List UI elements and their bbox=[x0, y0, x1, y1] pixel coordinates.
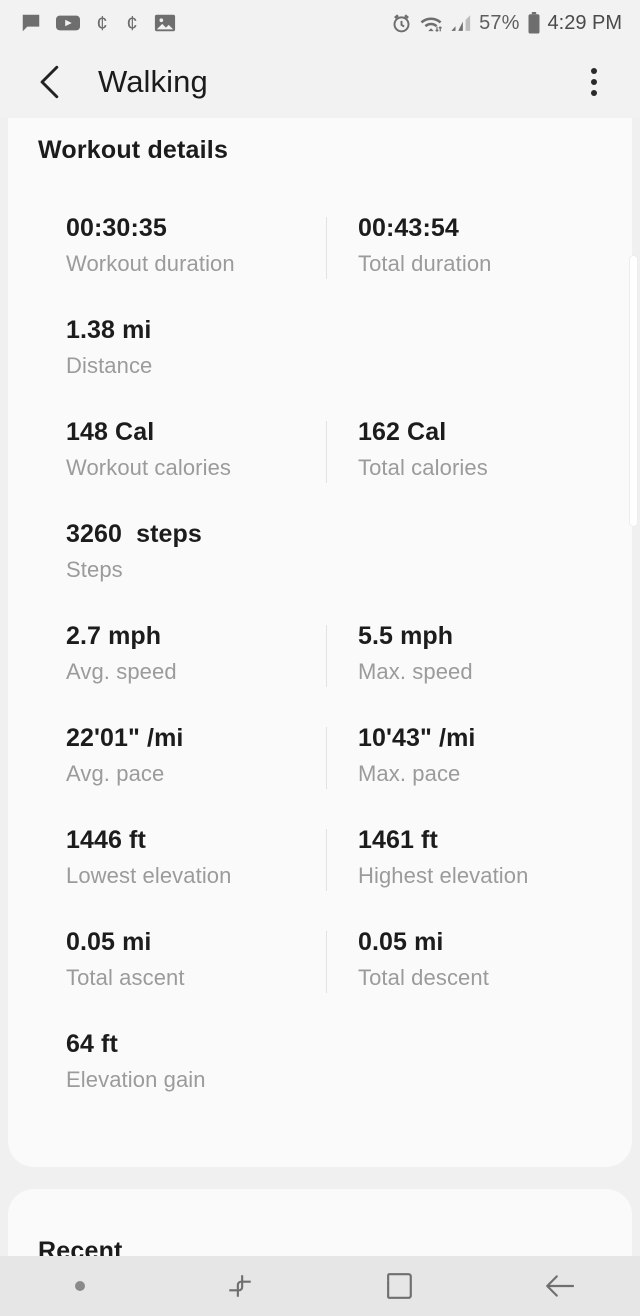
column-divider bbox=[326, 829, 327, 891]
stat-value: 0.05 mi bbox=[66, 928, 152, 956]
battery-icon bbox=[527, 12, 541, 34]
stat-cell: 10'43" /mi Max. pace bbox=[308, 724, 608, 786]
column-divider bbox=[326, 625, 327, 687]
stat-row: 1.38 mi Distance bbox=[8, 316, 632, 419]
stat-value: 148 Cal bbox=[66, 418, 155, 446]
page-title: Walking bbox=[98, 64, 208, 99]
stat-cell: 5.5 mph Max. speed bbox=[308, 622, 608, 684]
stat-value: 1.38 mi bbox=[66, 316, 152, 344]
svg-text:¢: ¢ bbox=[96, 13, 107, 34]
cent-sync-icon-1: ¢ bbox=[94, 12, 110, 34]
home-icon bbox=[387, 1273, 412, 1299]
youtube-icon bbox=[56, 13, 80, 33]
message-icon bbox=[20, 12, 42, 34]
stat-row: 22'01" /mi Avg. pace 10'43" /mi Max. pace bbox=[8, 724, 632, 827]
status-bar: ¢ ¢ 57% 4:29 PM bbox=[0, 0, 640, 46]
stat-value: 10'43" /mi bbox=[358, 724, 476, 752]
stat-value: 64 ft bbox=[66, 1030, 118, 1058]
stat-label: Total descent bbox=[358, 964, 489, 990]
stat-label: Distance bbox=[66, 352, 153, 378]
stat-value: 1461 ft bbox=[358, 826, 438, 854]
column-divider bbox=[326, 931, 327, 993]
stat-label: Total ascent bbox=[66, 964, 185, 990]
stat-label: Elevation gain bbox=[66, 1066, 206, 1092]
stat-row: 00:30:35 Workout duration 00:43:54 Total du… bbox=[8, 214, 632, 317]
stat-label: Workout calories bbox=[66, 454, 232, 480]
stat-row: 148 Cal Workout calories 162 Cal Total calo… bbox=[8, 418, 632, 521]
stat-value: 22'01" /mi bbox=[66, 724, 184, 752]
app-bar: Walking bbox=[0, 46, 640, 118]
status-bar-system-icons: 57% 4:29 PM bbox=[391, 12, 622, 35]
stat-label: Total duration bbox=[358, 250, 492, 276]
stat-cell: 2.7 mph Avg. speed bbox=[8, 622, 308, 684]
stat-cell: 3260 steps Steps bbox=[8, 520, 308, 582]
stat-row: 1446 ft Lowest elevation 1461 ft Highest el… bbox=[8, 826, 632, 929]
stat-row: 2.7 mph Avg. speed 5.5 mph Max. speed bbox=[8, 622, 632, 725]
recents-icon bbox=[229, 1275, 251, 1297]
stat-value: 5.5 mph bbox=[358, 622, 454, 650]
stat-cell: 0.05 mi Total ascent bbox=[8, 928, 308, 990]
stat-row: 3260 steps Steps bbox=[8, 520, 632, 623]
phone-screen: ¢ ¢ 57% 4:29 PM Walking Workout details … bbox=[0, 0, 640, 1316]
stat-label: Steps bbox=[66, 556, 123, 582]
recent-card: Recent bbox=[8, 1189, 632, 1256]
svg-text:¢: ¢ bbox=[126, 13, 137, 34]
stat-label: Max. pace bbox=[358, 760, 461, 786]
battery-percent-label: 57% bbox=[479, 11, 520, 34]
back-chevron-icon[interactable] bbox=[30, 62, 70, 102]
stat-label: Total calories bbox=[358, 454, 488, 480]
nav-back-button[interactable] bbox=[480, 1256, 640, 1316]
workout-details-title: Workout details bbox=[38, 136, 229, 164]
stat-value: 00:43:54 bbox=[358, 214, 459, 242]
cellular-signal-icon bbox=[450, 13, 472, 34]
stat-value: 162 Cal bbox=[358, 418, 447, 446]
stat-label: Avg. pace bbox=[66, 760, 165, 786]
stat-value: 0.05 mi bbox=[358, 928, 444, 956]
stat-value: 00:30:35 bbox=[66, 214, 167, 242]
workout-stats-list: 00:30:35 Workout duration 00:43:54 Total du… bbox=[8, 165, 632, 1133]
nav-recents-button[interactable] bbox=[160, 1256, 320, 1316]
workout-details-card: Workout details 00:30:35 Workout duration… bbox=[8, 118, 632, 1167]
wifi-icon bbox=[419, 13, 443, 34]
stat-label: Avg. speed bbox=[66, 658, 177, 684]
stat-row: 64 ft Elevation gain bbox=[8, 1030, 632, 1133]
stat-value: 3260 steps bbox=[66, 520, 202, 548]
stat-cell: 0.05 mi Total descent bbox=[308, 928, 608, 990]
stat-value: 2.7 mph bbox=[66, 622, 162, 650]
stat-cell: 148 Cal Workout calories bbox=[8, 418, 308, 480]
stat-label: Workout duration bbox=[66, 250, 235, 276]
overflow-menu-icon[interactable] bbox=[574, 60, 614, 104]
nav-home-button[interactable] bbox=[320, 1256, 480, 1316]
recent-title: Recent bbox=[38, 1237, 123, 1256]
scrollbar-thumb[interactable] bbox=[629, 255, 638, 527]
stat-value: 1446 ft bbox=[66, 826, 146, 854]
stat-row: 0.05 mi Total ascent 0.05 mi Total descent bbox=[8, 928, 632, 1031]
nav-indicator-dot bbox=[0, 1256, 160, 1316]
stat-cell: 00:43:54 Total duration bbox=[308, 214, 608, 276]
stat-label: Max. speed bbox=[358, 658, 473, 684]
stat-cell: 1461 ft Highest elevation bbox=[308, 826, 608, 888]
alarm-icon bbox=[391, 13, 412, 34]
stat-cell: 1446 ft Lowest elevation bbox=[8, 826, 308, 888]
back-arrow-icon bbox=[546, 1275, 574, 1297]
column-divider bbox=[326, 727, 327, 789]
clock-label: 4:29 PM bbox=[547, 11, 622, 34]
stat-label: Highest elevation bbox=[358, 862, 529, 888]
stat-cell: 00:30:35 Workout duration bbox=[8, 214, 308, 276]
image-icon bbox=[154, 12, 176, 34]
stat-cell: 64 ft Elevation gain bbox=[8, 1030, 308, 1092]
column-divider bbox=[326, 421, 327, 483]
cent-sync-icon-2: ¢ bbox=[124, 12, 140, 34]
scroll-content[interactable]: Workout details 00:30:35 Workout duration… bbox=[0, 118, 640, 1256]
system-navigation-bar bbox=[0, 1256, 640, 1316]
stat-cell: 1.38 mi Distance bbox=[8, 316, 308, 378]
stat-label: Lowest elevation bbox=[66, 862, 232, 888]
status-bar-notification-icons: ¢ ¢ bbox=[20, 12, 176, 34]
column-divider bbox=[326, 217, 327, 279]
stat-cell: 162 Cal Total calories bbox=[308, 418, 608, 480]
stat-cell: 22'01" /mi Avg. pace bbox=[8, 724, 308, 786]
